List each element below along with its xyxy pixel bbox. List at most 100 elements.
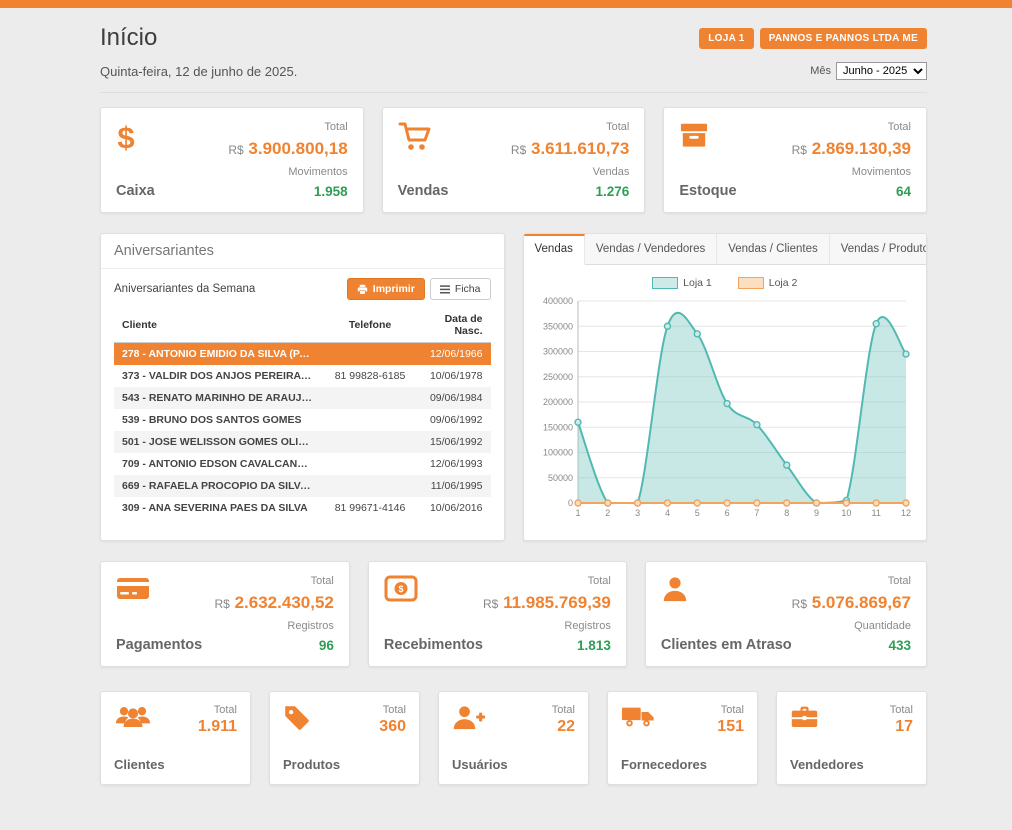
store-button[interactable]: LOJA 1 (699, 28, 753, 49)
svg-text:5: 5 (694, 508, 699, 518)
svg-text:9: 9 (814, 508, 819, 518)
caixa-card: $ Caixa Total R$ 3.900.800,18 Movimentos… (100, 107, 364, 213)
archive-box-icon (679, 121, 736, 149)
total-label: Total (792, 121, 911, 133)
total-value: 5.076.869,67 (812, 593, 911, 612)
currency-prefix: R$ (228, 143, 243, 157)
total-value: 2.632.430,52 (235, 593, 334, 612)
table-row[interactable]: 501 - JOSE WELISSON GOMES OLIVEIR... 15/… (114, 431, 491, 453)
svg-text:150000: 150000 (542, 422, 572, 432)
svg-text:4: 4 (664, 508, 669, 518)
month-select[interactable]: Junho - 2025 (836, 62, 927, 80)
briefcase-icon (790, 704, 864, 730)
sales-tabs: Vendas Vendas / Vendedores Vendas / Clie… (524, 234, 927, 265)
total-value: 151 (717, 718, 744, 736)
currency-prefix: R$ (792, 143, 807, 157)
dollar-icon: $ (116, 121, 155, 153)
total-label: Total (379, 704, 406, 716)
birthdays-panel: Aniversariantes Aniversariantes da Seman… (100, 233, 505, 541)
birthdays-subtitle: Aniversariantes da Semana (114, 283, 255, 295)
table-row[interactable]: 539 - BRUNO DOS SANTOS GOMES 09/06/1992 (114, 409, 491, 431)
total-label: Total (792, 575, 911, 587)
svg-text:10: 10 (841, 508, 851, 518)
month-label: Mês (810, 65, 831, 77)
total-label: Total (228, 121, 347, 133)
table-row[interactable]: 278 - ANTONIO EMIDIO DA SILVA (PALE... 1… (114, 343, 491, 366)
table-row[interactable]: 709 - ANTONIO EDSON CAVALCANTE D... 12/0… (114, 453, 491, 475)
table-row[interactable]: 309 - ANA SEVERINA PAES DA SILVA 81 9967… (114, 497, 491, 519)
svg-text:400000: 400000 (542, 296, 572, 306)
svg-text:7: 7 (754, 508, 759, 518)
tab-vendas[interactable]: Vendas (524, 234, 585, 265)
recebimentos-card: $ Recebimentos Total R$ 11.985.769,39 Re… (368, 561, 627, 667)
svg-text:3: 3 (635, 508, 640, 518)
svg-text:250000: 250000 (542, 372, 572, 382)
metric2-value: 64 (792, 184, 911, 199)
printer-icon (357, 284, 368, 295)
total-label: Total (198, 704, 237, 716)
clientes-card: Clientes Total 1.911 (100, 691, 251, 785)
svg-text:300000: 300000 (542, 347, 572, 357)
money-bill-icon: $ (384, 575, 483, 602)
currency-prefix: R$ (215, 597, 230, 611)
card-label: Clientes em Atraso (661, 637, 792, 653)
cart-icon (398, 121, 449, 151)
metric2-label: Movimentos (792, 166, 911, 178)
metric2-label: Vendas (511, 166, 629, 178)
legend-item-loja1[interactable]: Loja 1 (652, 277, 712, 289)
total-value: 3.900.800,18 (248, 139, 347, 158)
column-header-nascimento: Data de Nasc. (419, 309, 491, 343)
tag-icon (283, 704, 340, 731)
sales-area-chart: 0500001000001500002000002500003000003500… (532, 293, 916, 525)
total-label: Total (215, 575, 334, 587)
total-value: 17 (890, 718, 913, 736)
card-label: Estoque (679, 183, 736, 199)
total-label: Total (511, 121, 629, 133)
produtos-card: Produtos Total 360 (269, 691, 420, 785)
svg-text:1: 1 (575, 508, 580, 518)
birthdays-table: Cliente Telefone Data de Nasc. 278 - ANT… (114, 309, 491, 519)
vendedores-card: Vendedores Total 17 (776, 691, 927, 785)
metric2-label: Movimentos (228, 166, 347, 178)
table-row[interactable]: 543 - RENATO MARINHO DE ARAUJO (F... 09/… (114, 387, 491, 409)
total-label: Total (717, 704, 744, 716)
table-row[interactable]: 669 - RAFAELA PROCOPIO DA SILVA CA... 11… (114, 475, 491, 497)
record-button[interactable]: Ficha (430, 278, 491, 300)
card-label: Produtos (283, 757, 340, 772)
sales-chart-panel: Vendas Vendas / Vendedores Vendas / Clie… (523, 233, 928, 541)
svg-text:$: $ (398, 584, 403, 594)
total-value: 11.985.769,39 (503, 593, 611, 612)
pagamentos-card: Pagamentos Total R$ 2.632.430,52 Registr… (100, 561, 350, 667)
total-value: 2.869.130,39 (812, 139, 911, 158)
card-label: Recebimentos (384, 637, 483, 653)
total-value: 1.911 (198, 718, 237, 736)
total-label: Total (483, 575, 611, 587)
total-value: 3.611.610,73 (531, 139, 629, 158)
print-button[interactable]: Imprimir (347, 278, 425, 300)
tab-vendas-produtos[interactable]: Vendas / Produtos (830, 234, 927, 264)
top-accent-bar (0, 0, 1012, 8)
svg-text:100000: 100000 (542, 448, 572, 458)
card-label: Fornecedores (621, 757, 707, 772)
card-label: Usuários (452, 757, 508, 772)
legend-item-loja2[interactable]: Loja 2 (738, 277, 798, 289)
table-row[interactable]: 373 - VALDIR DOS ANJOS PEREIRA (AN... 81… (114, 365, 491, 387)
company-button[interactable]: PANNOS E PANNOS LTDA ME (760, 28, 927, 49)
vendas-card: Vendas Total R$ 3.611.610,73 Vendas 1.27… (382, 107, 646, 213)
svg-text:8: 8 (784, 508, 789, 518)
user-plus-icon (452, 704, 508, 731)
estoque-card: Estoque Total R$ 2.869.130,39 Movimentos… (663, 107, 927, 213)
birthdays-title: Aniversariantes (101, 234, 504, 269)
tab-vendas-vendedores[interactable]: Vendas / Vendedores (585, 234, 717, 264)
column-header-cliente: Cliente (114, 309, 321, 343)
metric2-label: Registros (215, 620, 334, 632)
svg-text:12: 12 (900, 508, 910, 518)
total-label: Total (552, 704, 575, 716)
card-label: Pagamentos (116, 637, 202, 653)
metric2-label: Registros (483, 620, 611, 632)
usuarios-card: Usuários Total 22 (438, 691, 589, 785)
metric2-value: 433 (792, 638, 911, 653)
person-icon (661, 575, 792, 603)
fornecedores-card: Fornecedores Total 151 (607, 691, 758, 785)
tab-vendas-clientes[interactable]: Vendas / Clientes (717, 234, 830, 264)
